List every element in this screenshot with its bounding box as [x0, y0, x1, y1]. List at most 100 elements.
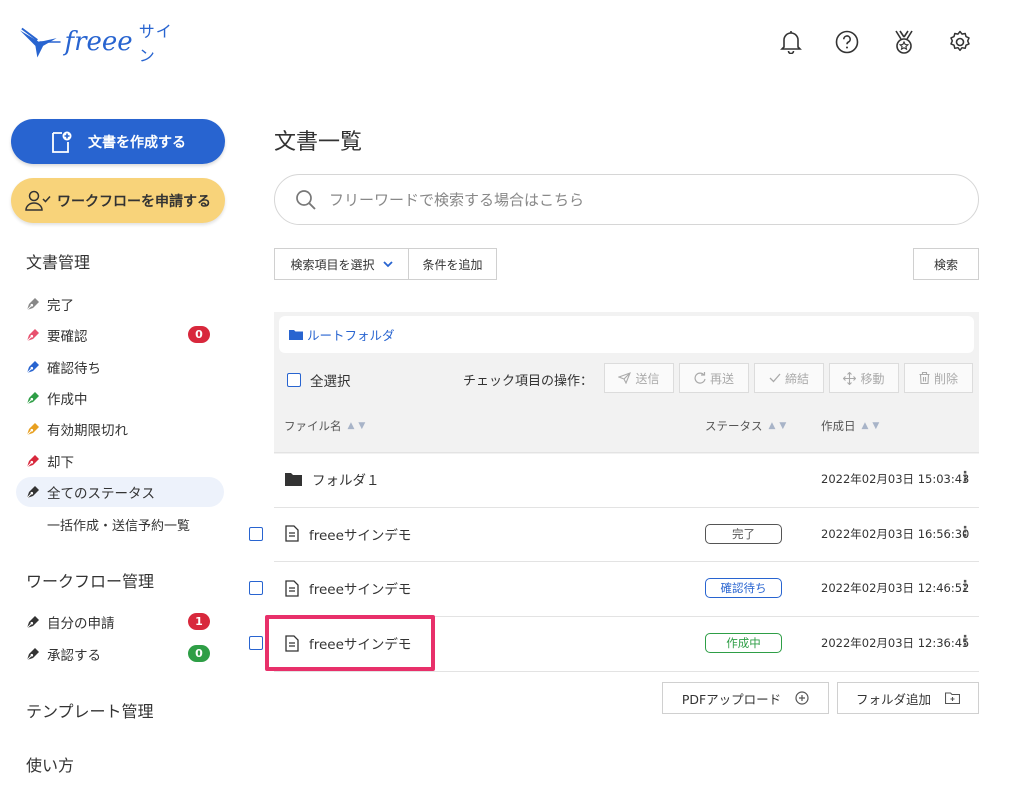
- row-created-date: 2022年02月03日 12:36:45: [821, 636, 970, 651]
- freee-sign-logo[interactable]: freee サイン: [18, 22, 188, 65]
- bird-logo-icon: [19, 27, 61, 58]
- pen-nib-icon: [26, 298, 39, 311]
- sidebar-item-label: 全てのステータス: [47, 485, 155, 502]
- medal-icon[interactable]: [888, 26, 920, 58]
- send-button[interactable]: 送信: [604, 363, 674, 393]
- search-button[interactable]: 検索: [913, 248, 979, 280]
- kebab-menu-icon[interactable]: ⋮: [958, 633, 972, 649]
- pdf-upload-label: PDFアップロード: [681, 691, 782, 707]
- move-icon: [843, 371, 857, 385]
- gear-icon[interactable]: [944, 26, 976, 58]
- col-status-label: ステータス: [705, 419, 763, 433]
- sidebar-item-status[interactable]: 作成中: [16, 383, 224, 413]
- sign-label: 締結: [784, 371, 809, 386]
- pen-nib-icon: [26, 423, 39, 436]
- pdf-upload-button[interactable]: PDFアップロード: [662, 682, 829, 714]
- kebab-menu-icon[interactable]: ⋮: [958, 524, 972, 540]
- sidebar-item-label: 有効期限切れ: [47, 423, 128, 440]
- folder-row-name[interactable]: フォルダ１: [285, 469, 380, 489]
- sidebar-item-status[interactable]: 有効期限切れ: [16, 414, 224, 444]
- apply-workflow-button[interactable]: ワークフローを申請する: [11, 178, 225, 223]
- sidebar-item-status[interactable]: 全てのステータス: [16, 476, 224, 507]
- row-checkbox[interactable]: [249, 581, 263, 596]
- delete-label: 削除: [933, 371, 958, 386]
- sidebar-item-label: 確認待ち: [47, 360, 101, 377]
- sidebar-item-status[interactable]: 完了: [16, 289, 224, 319]
- pen-nib-icon: [26, 647, 39, 660]
- bell-icon[interactable]: [775, 26, 807, 58]
- folder-plus-icon: [945, 692, 960, 704]
- sidebar-item-status[interactable]: 却下: [16, 446, 224, 476]
- page-title: 文書一覧: [274, 130, 363, 155]
- select-all-label: 全選択: [310, 374, 351, 390]
- resend-icon: [694, 372, 706, 384]
- breadcrumb: ルートフォルダ: [279, 316, 974, 353]
- count-badge: 0: [188, 326, 210, 344]
- pen-nib-icon: [26, 485, 39, 499]
- move-button[interactable]: 移動: [829, 363, 899, 393]
- apply-workflow-label: ワークフローを申請する: [57, 193, 211, 210]
- row-created-date: 2022年02月03日 12:46:52: [821, 581, 970, 596]
- row-name-label: freeeサインデモ: [309, 582, 412, 599]
- file-row-name[interactable]: freeeサインデモ: [285, 578, 411, 598]
- row-name-label: フォルダ１: [312, 473, 380, 489]
- search-input[interactable]: [329, 190, 929, 209]
- sort-arrows-icon[interactable]: ▲▼: [862, 421, 884, 431]
- sign-button[interactable]: 締結: [754, 363, 824, 393]
- row-created-date: 2022年02月03日 15:03:43: [821, 472, 970, 486]
- breadcrumb-root-folder[interactable]: ルートフォルダ: [307, 325, 395, 344]
- folder-icon: [285, 473, 302, 486]
- workflow-management-heading: ワークフロー管理: [26, 572, 155, 591]
- kebab-menu-icon[interactable]: ⋮: [958, 578, 972, 594]
- col-status[interactable]: ステータス ▲▼: [705, 418, 790, 434]
- search-box[interactable]: [274, 174, 979, 225]
- help-icon[interactable]: [831, 26, 863, 58]
- status-badge: 確認待ち: [705, 578, 782, 599]
- send-icon: [618, 372, 632, 384]
- sidebar-item-label: 自分の申請: [47, 616, 115, 632]
- sidebar-item-status[interactable]: 要確認 0: [16, 320, 224, 350]
- how-to-use-link[interactable]: 使い方: [26, 752, 74, 776]
- file-row-name[interactable]: freeeサインデモ: [285, 524, 411, 544]
- resend-button[interactable]: 再送: [679, 363, 749, 393]
- add-folder-label: フォルダ追加: [855, 691, 931, 707]
- sidebar-item-label: 完了: [47, 298, 74, 314]
- send-label: 送信: [635, 371, 660, 386]
- col-created[interactable]: 作成日 ▲▼: [821, 418, 883, 434]
- select-all[interactable]: 全選択: [287, 370, 351, 390]
- search-field-select[interactable]: 検索項目を選択: [274, 248, 409, 280]
- sidebar-item-label: 要確認: [47, 329, 88, 346]
- sidebar-item-status[interactable]: 確認待ち: [16, 352, 224, 382]
- document-icon: [285, 580, 299, 597]
- check-ops-label: チェック項目の操作：: [463, 374, 594, 389]
- search-icon: [296, 189, 316, 210]
- create-document-button[interactable]: 文書を作成する: [11, 119, 225, 164]
- row-divider: [274, 452, 979, 453]
- sidebar-item-workflow[interactable]: 自分の申請 1: [16, 607, 224, 637]
- sort-arrows-icon[interactable]: ▲▼: [348, 421, 370, 431]
- search-field-select-label: 検索項目を選択: [290, 257, 375, 272]
- template-management-link[interactable]: テンプレート管理: [26, 698, 154, 722]
- pen-nib-icon: [26, 391, 39, 405]
- check-icon: [769, 373, 781, 383]
- bulk-create-link[interactable]: 一括作成・送信予約一覧: [47, 515, 190, 534]
- resend-label: 再送: [709, 371, 734, 386]
- col-file-name[interactable]: ファイル名 ▲▼: [284, 418, 369, 434]
- select-all-checkbox[interactable]: [287, 373, 301, 387]
- sort-arrows-icon[interactable]: ▲▼: [769, 421, 791, 431]
- sidebar-item-label: 作成中: [47, 391, 88, 408]
- add-condition-button[interactable]: 条件を追加: [408, 248, 497, 280]
- move-label: 移動: [860, 371, 885, 386]
- row-divider: [274, 561, 979, 563]
- pen-nib-icon: [26, 329, 39, 342]
- sidebar-item-label: 承認する: [47, 647, 101, 664]
- row-checkbox[interactable]: [249, 636, 263, 651]
- sidebar-item-workflow[interactable]: 承認する 0: [16, 639, 224, 669]
- row-checkbox[interactable]: [249, 526, 263, 541]
- delete-button[interactable]: 削除: [904, 363, 973, 393]
- add-folder-button[interactable]: フォルダ追加: [837, 682, 979, 714]
- kebab-menu-icon[interactable]: ⋮: [958, 469, 972, 485]
- chevron-down-icon: [382, 260, 393, 267]
- count-badge: 0: [188, 644, 210, 662]
- sidebar-item-label: 却下: [47, 454, 74, 471]
